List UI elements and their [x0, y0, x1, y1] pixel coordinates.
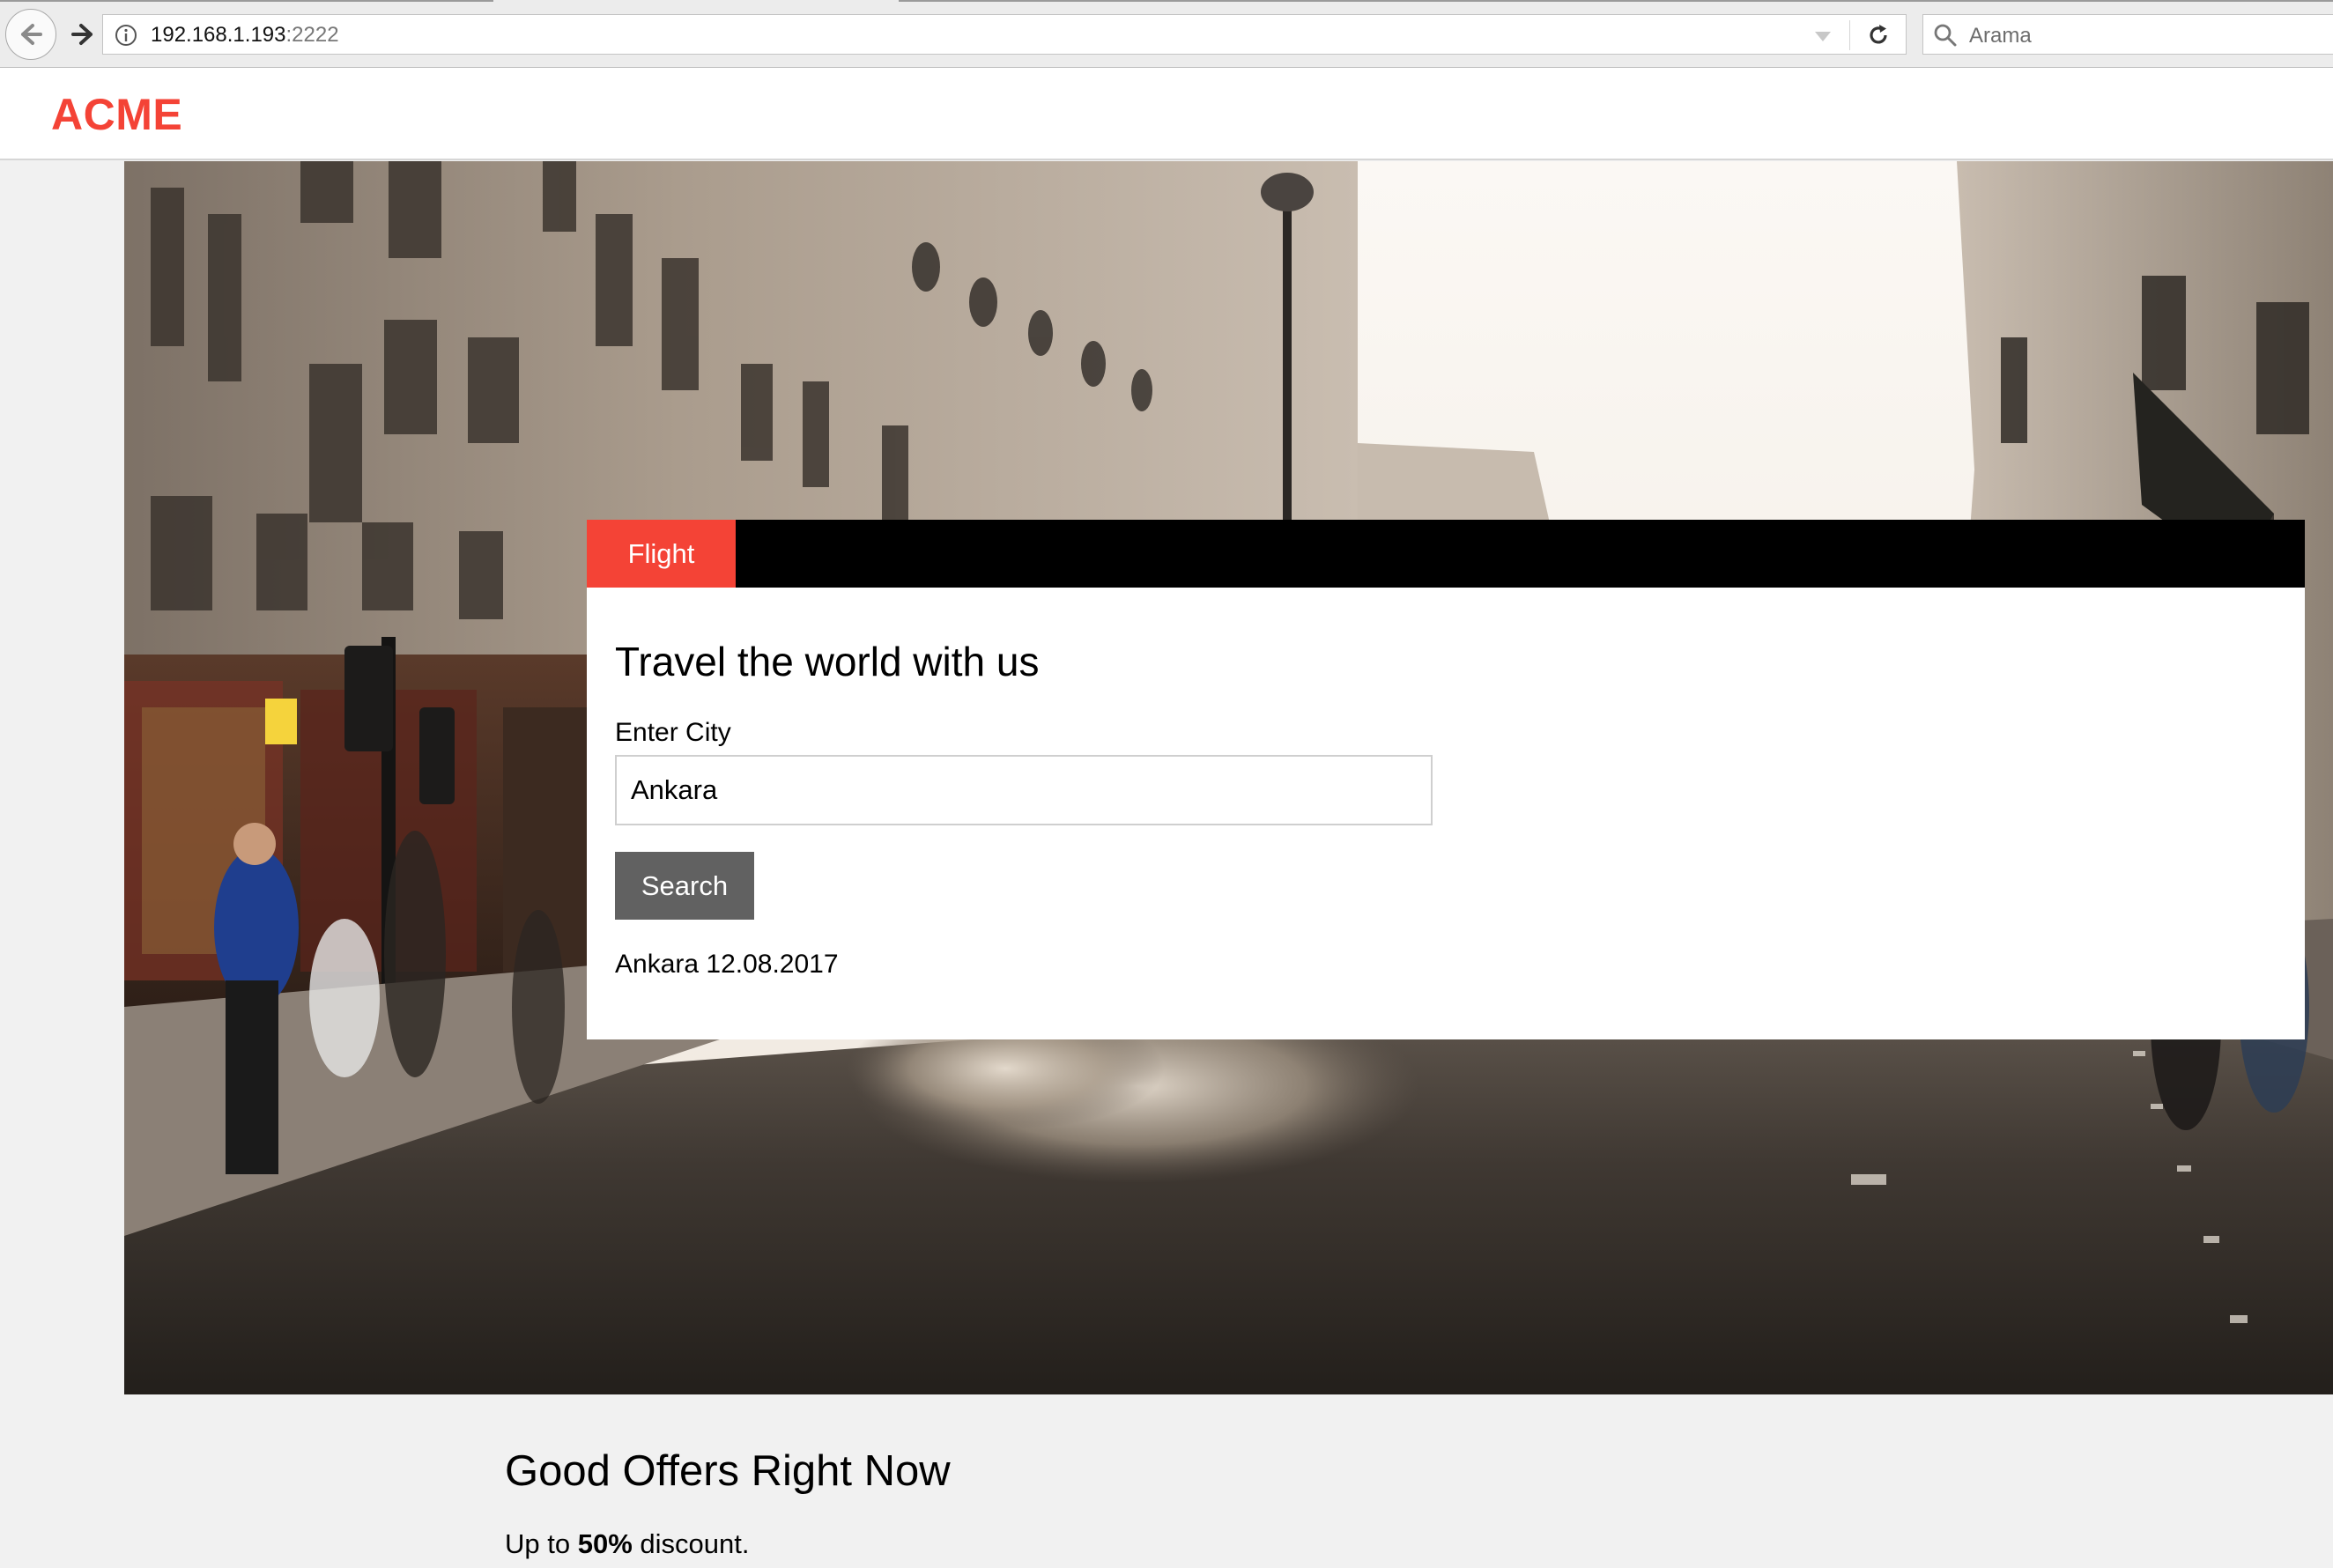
- search-icon: [1934, 24, 1957, 47]
- url-separator: [1849, 20, 1850, 50]
- tab-flight[interactable]: Flight: [587, 520, 736, 588]
- reload-icon[interactable]: [1865, 22, 1892, 48]
- tab-strip-edge: [0, 0, 493, 2]
- browser-toolbar: 192.168.1.193:2222 Arama: [0, 0, 2333, 68]
- url-port: :2222: [285, 23, 339, 47]
- info-icon[interactable]: [114, 23, 138, 48]
- panel-title: Travel the world with us: [615, 639, 1040, 684]
- back-button[interactable]: [5, 9, 56, 60]
- arrow-right-icon: [71, 24, 93, 45]
- offers-heading: Good Offers Right Now: [505, 1447, 951, 1495]
- offers-discount: 50%: [577, 1528, 633, 1559]
- booking-tab-bar: Flight: [587, 520, 2305, 588]
- offers-text-suffix: discount.: [632, 1528, 750, 1559]
- tab-strip-edge: [899, 0, 2333, 2]
- arrow-left-icon: [21, 24, 42, 45]
- url-text[interactable]: 192.168.1.193:2222: [151, 23, 339, 48]
- city-label: Enter City: [615, 718, 731, 747]
- browser-search-box[interactable]: Arama: [1922, 14, 2333, 55]
- search-button[interactable]: Search: [615, 852, 754, 920]
- chevron-down-icon[interactable]: [1812, 26, 1833, 47]
- city-input[interactable]: [615, 755, 1433, 825]
- offers-text: Up to 50% discount.: [505, 1528, 749, 1560]
- url-host: 192.168.1.193: [151, 23, 286, 47]
- offers-text-prefix: Up to: [505, 1528, 578, 1559]
- address-bar[interactable]: 192.168.1.193:2222: [102, 14, 1907, 55]
- forward-button[interactable]: [62, 14, 102, 55]
- booking-panel: Travel the world with us Enter City Sear…: [587, 588, 2305, 1039]
- site-header: ACME: [0, 68, 2333, 160]
- site-logo[interactable]: ACME: [51, 89, 182, 140]
- search-placeholder: Arama: [1969, 24, 2032, 48]
- search-result: Ankara 12.08.2017: [615, 950, 839, 979]
